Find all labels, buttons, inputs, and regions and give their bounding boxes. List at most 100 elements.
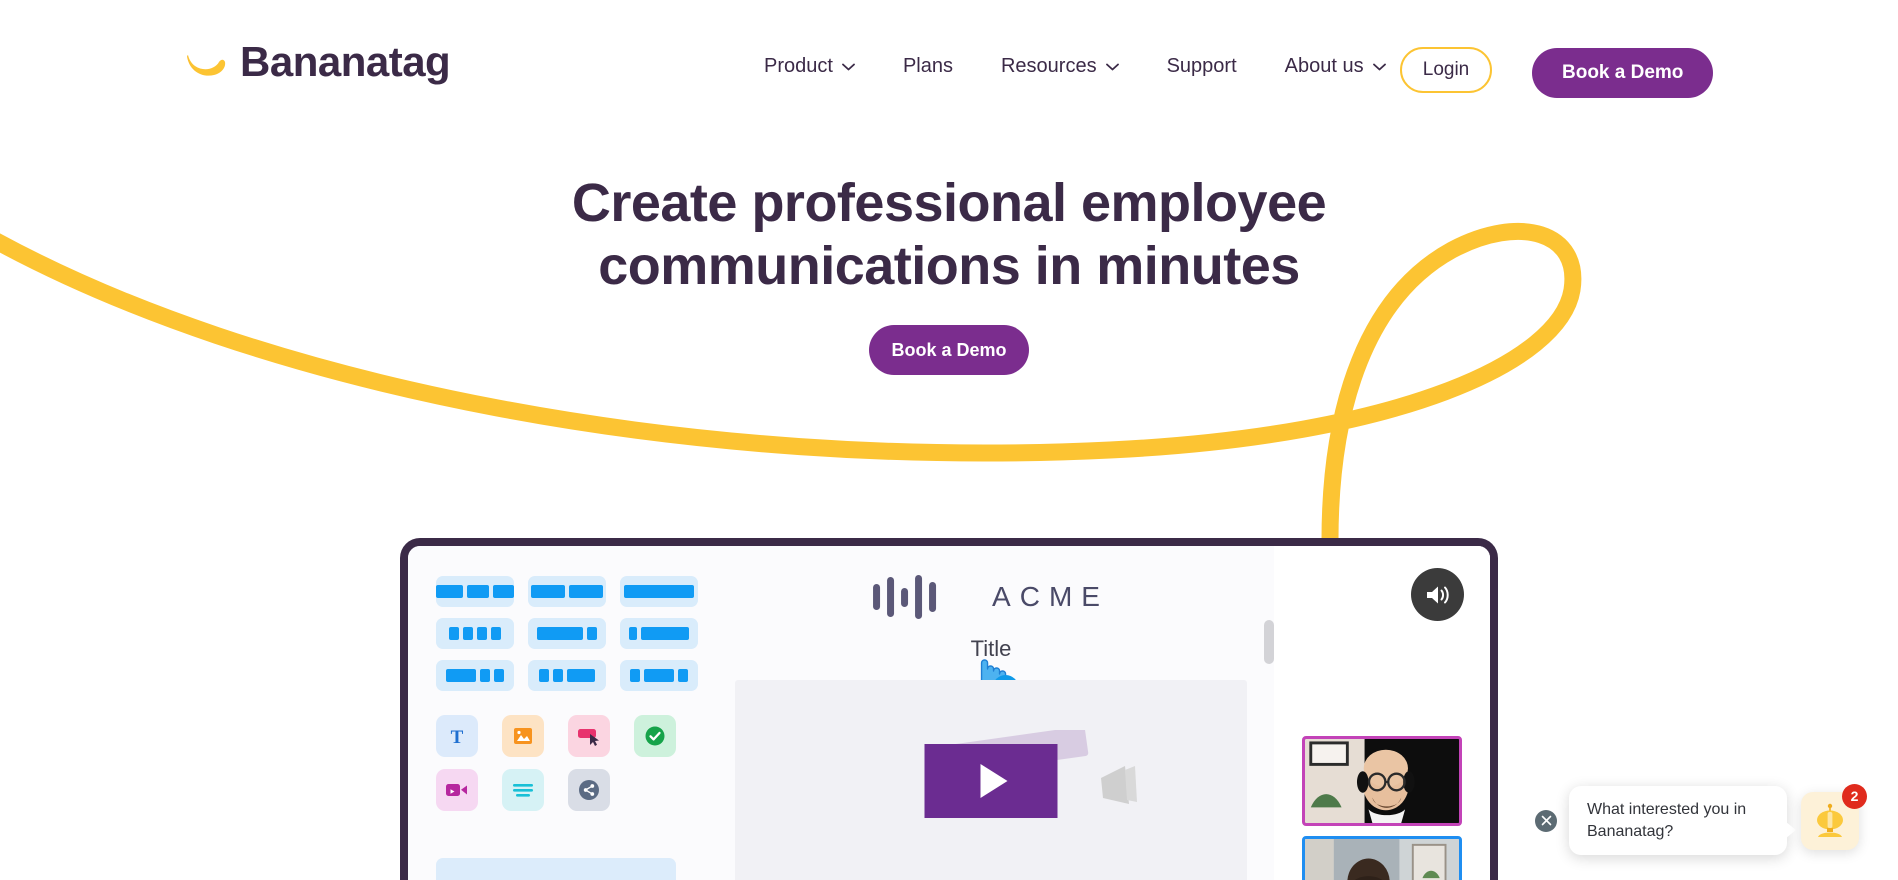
check-circle-icon — [645, 726, 665, 746]
nav-label: About us — [1284, 55, 1364, 77]
layout-block-bar — [492, 585, 514, 598]
bananatag-bot-icon — [1817, 803, 1843, 837]
image-icon — [514, 728, 532, 744]
layout-block-bar — [539, 669, 549, 682]
chevron-down-icon — [842, 63, 855, 71]
banana-icon — [187, 55, 226, 76]
layout-block-bar — [480, 669, 490, 682]
chat-launcher-button[interactable]: 2 — [1801, 783, 1867, 850]
video-tool-button[interactable] — [436, 769, 478, 811]
layout-block-bar — [553, 669, 563, 682]
nav-label: Plans — [902, 55, 953, 77]
nav-item-plans[interactable]: Plans — [879, 55, 977, 78]
chat-widget: What interested you in Bananatag? 2 — [1535, 783, 1867, 856]
preview-panel — [1264, 546, 1490, 880]
product-screenshot-mockup: T ACME Title — [400, 538, 1498, 880]
layout-block-7[interactable] — [436, 660, 514, 691]
main-navigation: Product Plans Resources Support About us — [740, 55, 1410, 78]
layout-block-bar — [630, 669, 640, 682]
layout-block-bar — [678, 669, 688, 682]
canvas-logo-text: ACME — [992, 581, 1109, 612]
chat-unread-badge: 2 — [1842, 783, 1867, 809]
video-cone-decoration — [1101, 766, 1137, 804]
layout-block-bar — [587, 627, 597, 640]
hero-title-line-1: Create professional employee — [571, 173, 1327, 233]
layout-block-bar — [537, 627, 583, 640]
speaker-toggle-button[interactable] — [1411, 568, 1464, 621]
brand-name: Bananatag — [240, 38, 451, 85]
layout-block-bar — [567, 669, 595, 682]
layout-block-2[interactable] — [528, 576, 606, 607]
page-title: Create professional employee communicati… — [0, 172, 1898, 297]
page-root: Bananatag Product Plans Resources Suppor… — [0, 0, 1898, 880]
divider-lines-icon — [513, 784, 533, 797]
layout-block-bar — [463, 627, 473, 640]
book-demo-button-hero[interactable]: Book a Demo — [869, 325, 1029, 375]
canvas-scrollbar[interactable] — [1264, 620, 1274, 664]
book-demo-button-header[interactable]: Book a Demo — [1532, 48, 1714, 98]
close-x-icon — [1541, 815, 1551, 826]
layout-block-bar — [467, 585, 489, 598]
layout-block-bar — [569, 585, 603, 598]
canvas-content-block[interactable] — [735, 680, 1247, 880]
brand-logo[interactable]: Bananatag — [182, 38, 451, 86]
play-triangle-icon — [980, 764, 1008, 798]
login-button[interactable]: Login — [1400, 47, 1492, 93]
chat-message-text: What interested you in Bananatag? — [1587, 801, 1747, 840]
nav-label: Resources — [1000, 55, 1097, 77]
layout-block-bar — [629, 627, 637, 640]
svg-text:T: T — [451, 727, 464, 747]
editor-sidebar: T — [408, 546, 708, 880]
layout-block-bar — [436, 585, 464, 598]
video-placeholder[interactable] — [924, 744, 1058, 818]
speaker-on-icon — [1426, 586, 1449, 603]
layout-block-3[interactable] — [620, 576, 698, 607]
layout-block-bar — [449, 627, 459, 640]
chevron-down-icon — [1105, 63, 1119, 71]
nav-label: Support — [1166, 55, 1237, 77]
email-editor-app: T ACME Title — [408, 546, 1490, 880]
layout-block-bar — [531, 585, 565, 598]
layout-block-bar — [446, 669, 476, 682]
nav-item-product[interactable]: Product — [740, 55, 879, 78]
layout-block-1[interactable] — [436, 576, 514, 607]
layout-block-bar — [624, 585, 694, 598]
nav-item-resources[interactable]: Resources — [977, 55, 1143, 78]
layout-block-5[interactable] — [528, 618, 606, 649]
layout-block-4[interactable] — [436, 618, 514, 649]
sidebar-bottom-bar — [436, 858, 676, 880]
nav-item-support[interactable]: Support — [1143, 55, 1261, 78]
hero-title-line-2: communications in minutes — [598, 235, 1300, 296]
video-thumbnail-1-image — [1305, 739, 1459, 823]
layout-block-bar — [494, 669, 504, 682]
layout-block-9[interactable] — [620, 660, 698, 691]
nav-label: Product — [764, 55, 833, 77]
video-thumbnail-2[interactable] — [1302, 836, 1462, 880]
soundwave-bars-icon — [873, 574, 937, 620]
chat-close-button[interactable] — [1535, 809, 1557, 832]
approve-tool-button[interactable] — [634, 715, 676, 757]
button-tool-button[interactable] — [568, 715, 610, 757]
video-thumbnail-2-image — [1305, 839, 1459, 880]
chevron-down-icon — [1372, 63, 1386, 71]
editor-tool-grid: T — [436, 715, 680, 811]
share-icon — [579, 780, 599, 800]
layout-block-6[interactable] — [620, 618, 698, 649]
layout-block-grid — [436, 576, 698, 691]
layout-block-bar — [491, 627, 501, 640]
site-header: Bananatag Product Plans Resources Suppor… — [0, 0, 1898, 122]
image-tool-button[interactable] — [502, 715, 544, 757]
nav-item-about-us[interactable]: About us — [1261, 55, 1410, 78]
layout-block-bar — [644, 669, 674, 682]
chat-message-bubble[interactable]: What interested you in Bananatag? — [1569, 786, 1796, 856]
share-tool-button[interactable] — [568, 769, 610, 811]
video-camera-icon — [446, 784, 467, 796]
layout-block-8[interactable] — [528, 660, 606, 691]
layout-block-bar — [641, 627, 689, 640]
text-tool-button[interactable]: T — [436, 715, 478, 757]
email-canvas: ACME Title IC HEAD — [708, 546, 1274, 880]
button-icon — [578, 729, 599, 746]
divider-tool-button[interactable] — [502, 769, 544, 811]
layout-block-bar — [477, 627, 487, 640]
video-thumbnail-1[interactable] — [1302, 736, 1462, 826]
